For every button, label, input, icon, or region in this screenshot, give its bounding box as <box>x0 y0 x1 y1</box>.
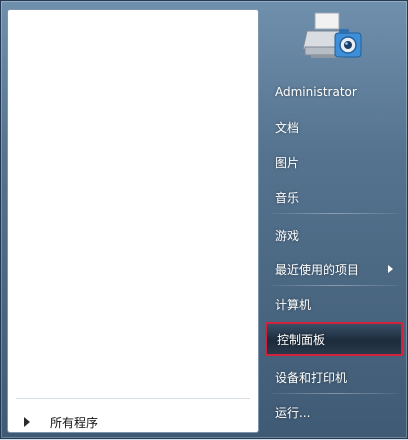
menu-item-recent-items[interactable]: 最近使用的项目 <box>265 255 403 283</box>
menu-item-documents[interactable]: 文档 <box>265 113 403 141</box>
menu-separator <box>271 285 399 286</box>
programs-panel: 所有程序 <box>7 9 259 433</box>
menu-item-label: 控制面板 <box>277 332 326 347</box>
menu-item-music[interactable]: 音乐 <box>265 183 403 211</box>
menu-item-label: 游戏 <box>275 228 300 243</box>
all-programs-label: 所有程序 <box>50 415 99 430</box>
menu-item-computer[interactable]: 计算机 <box>265 290 403 318</box>
menu-item-label: 运行... <box>275 405 311 420</box>
menu-item-label: 计算机 <box>275 297 312 312</box>
menu-item-label: 音乐 <box>275 190 300 205</box>
programs-separator <box>16 398 250 399</box>
menu-item-run[interactable]: 运行... <box>265 398 403 426</box>
menu-item-label: 最近使用的项目 <box>275 262 360 277</box>
menu-separator <box>271 213 399 214</box>
menu-item-label: 文档 <box>275 120 300 135</box>
start-menu: 所有程序 Administrator 文档 图片 音乐 游戏 最近使用的项目 计… <box>0 0 408 439</box>
printer-camera-icon <box>302 12 362 58</box>
menu-item-label: Administrator <box>275 85 357 99</box>
all-programs-button[interactable]: 所有程序 <box>16 409 250 435</box>
menu-separator <box>271 393 399 394</box>
user-administrator[interactable]: Administrator <box>265 78 403 106</box>
triangle-right-icon <box>24 417 30 427</box>
menu-item-devices-printers[interactable]: 设备和打印机 <box>265 363 403 391</box>
menu-item-pictures[interactable]: 图片 <box>265 148 403 176</box>
menu-item-games[interactable]: 游戏 <box>265 221 403 249</box>
menu-item-control-panel[interactable]: 控制面板 <box>265 322 403 356</box>
menu-item-label: 图片 <box>275 155 300 170</box>
places-panel: Administrator 文档 图片 音乐 游戏 最近使用的项目 计算机 控制… <box>259 1 408 440</box>
menu-item-label: 设备和打印机 <box>275 370 348 385</box>
chevron-right-icon <box>388 265 393 273</box>
